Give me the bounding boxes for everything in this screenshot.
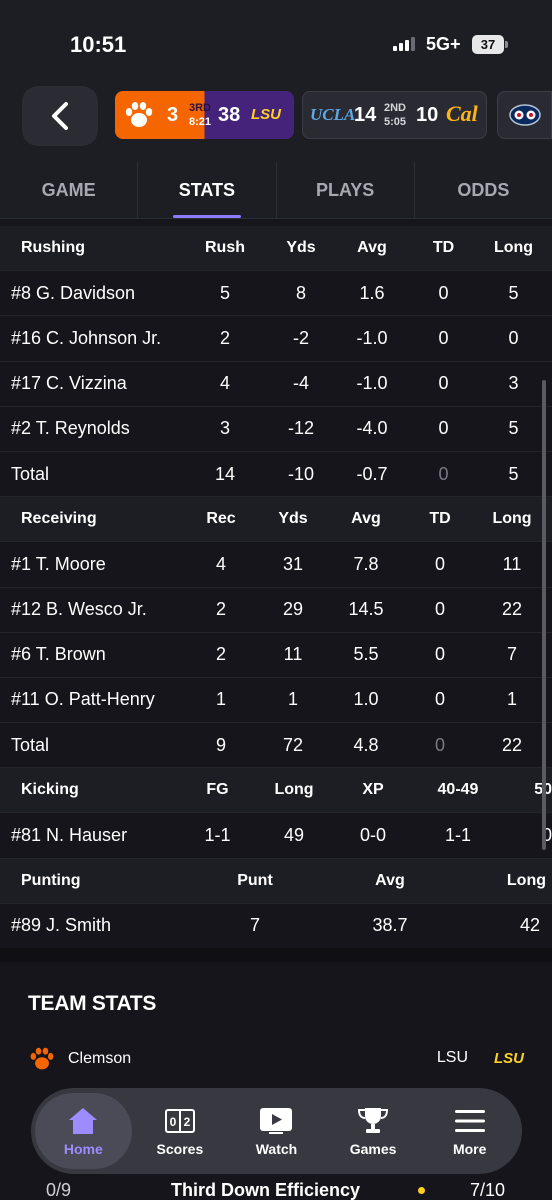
home-icon — [67, 1106, 99, 1136]
rushing-total-row: Total 14 -10 -0.7 0 5 — [0, 451, 552, 498]
table-row[interactable]: #1 T. Moore 4 31 7.8 0 11 — [0, 542, 552, 588]
nav-home-label: Home — [63, 1140, 103, 1157]
battery-tip — [505, 41, 508, 48]
nav-watch[interactable]: Watch — [228, 1093, 325, 1169]
game-card-clemson-lsu[interactable]: 3 3RD 8:21 38 LSU — [115, 91, 294, 139]
kicking-header: Kicking FG Long XP 40-49 50 — [0, 768, 552, 814]
trophy-icon — [357, 1106, 389, 1136]
tab-odds[interactable]: ODDS — [415, 162, 552, 218]
svg-text:0: 0 — [170, 1115, 177, 1129]
lsu-logo: LSU — [494, 1050, 524, 1067]
nav-home[interactable]: Home — [35, 1093, 132, 1169]
game-card-ucla-cal[interactable]: UCLA 14 2ND 5:05 10 Cal — [302, 91, 487, 139]
home-third-down: 0/9 — [46, 1180, 72, 1200]
leader-dot — [418, 1187, 425, 1194]
bottom-nav: Home 0 2 Scores Watch Games More — [31, 1088, 522, 1174]
ucla-logo: UCLA — [310, 105, 356, 124]
scores-icon: 0 2 — [164, 1106, 195, 1136]
game1-away-score: 38 — [218, 103, 241, 126]
clemson-paw-icon — [30, 1047, 54, 1070]
nav-games-label: Games — [349, 1140, 397, 1157]
tab-game[interactable]: GAME — [0, 162, 139, 218]
table-row[interactable]: #16 C. Johnson Jr. 2 -2 -1.0 0 0 — [0, 316, 552, 362]
tab-plays[interactable]: PLAYS — [277, 162, 415, 218]
team-stats-title: TEAM STATS — [28, 992, 157, 1015]
battery-icon: 37 — [472, 35, 504, 54]
chevron-left-icon — [52, 102, 68, 130]
watch-icon — [259, 1106, 293, 1136]
receiving-total-row: Total 9 72 4.8 0 22 — [0, 723, 552, 769]
game2-home-score: 14 — [354, 103, 377, 126]
nav-games[interactable]: Games — [325, 1093, 422, 1169]
table-row[interactable]: #81 N. Hauser 1-1 49 0-0 1-1 0 — [0, 813, 552, 859]
game1-clock: 3RD 8:21 — [188, 102, 212, 128]
menu-icon — [454, 1106, 486, 1136]
away-third-down: 7/10 — [470, 1180, 506, 1200]
table-row[interactable]: #11 O. Patt-Henry 1 1 1.0 0 1 — [0, 677, 552, 724]
table-row[interactable]: #12 B. Wesco Jr. 2 29 14.5 0 22 — [0, 587, 552, 633]
table-row[interactable]: #8 G. Davidson 5 8 1.6 0 5 — [0, 271, 552, 317]
nav-more[interactable]: More — [421, 1093, 518, 1169]
game2-away-score: 10 — [416, 103, 439, 126]
game-tabs: GAME STATS PLAYS ODDS — [0, 162, 552, 219]
table-row[interactable]: #6 T. Brown 2 11 5.5 0 7 — [0, 632, 552, 678]
game1-home-score: 3 — [167, 103, 179, 126]
nav-scores[interactable]: 0 2 Scores — [132, 1093, 229, 1169]
nav-scores-label: Scores — [156, 1140, 204, 1157]
game-card-next[interactable] — [497, 91, 552, 139]
svg-text:2: 2 — [184, 1115, 191, 1129]
table-row[interactable]: #89 J. Smith 7 38.7 42 — [0, 903, 552, 949]
owl-logo-icon — [508, 104, 541, 126]
lsu-logo: LSU — [251, 106, 281, 123]
table-row[interactable]: #2 T. Reynolds 3 -12 -4.0 0 5 — [0, 406, 552, 452]
punting-header: Punting Punt Avg Long — [0, 858, 552, 904]
nav-more-label: More — [452, 1140, 487, 1157]
section-divider — [0, 948, 552, 962]
status-bar: 10:51 5G+ 37 — [0, 0, 552, 80]
clemson-paw-icon — [125, 102, 153, 127]
nav-watch-label: Watch — [255, 1140, 298, 1157]
game2-clock: 2ND 5:05 — [383, 102, 407, 128]
back-button[interactable] — [22, 86, 98, 146]
player-stats-table: Rushing Rush Yds Avg TD Long #8 G. David… — [0, 226, 552, 949]
network-type: 5G+ — [426, 34, 461, 54]
home-team-name: Clemson — [68, 1050, 132, 1067]
rushing-header: Rushing Rush Yds Avg TD Long — [0, 226, 552, 272]
team-stats-teams: Clemson LSU LSU — [28, 1046, 524, 1072]
receiving-header: Receiving Rec Yds Avg TD Long — [0, 497, 552, 543]
signal-icon — [393, 37, 415, 51]
status-time: 10:51 — [70, 32, 127, 57]
tab-stats[interactable]: STATS — [138, 162, 277, 218]
table-row[interactable]: #17 C. Vizzina 4 -4 -1.0 0 3 — [0, 361, 552, 407]
third-down-label: Third Down Efficiency — [171, 1180, 361, 1200]
scrollbar[interactable] — [542, 380, 546, 850]
cal-logo: Cal — [446, 101, 478, 126]
away-team-name: LSU — [436, 1049, 468, 1066]
